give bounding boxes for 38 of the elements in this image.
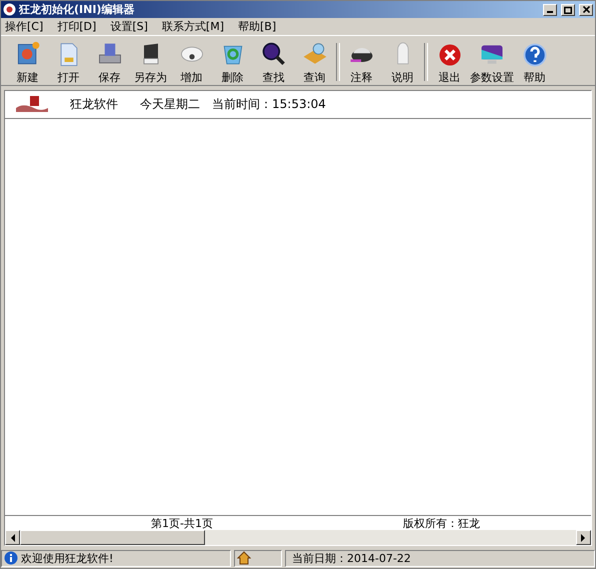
toolbar-button[interactable]: 帮助 <box>514 41 555 85</box>
toolbar-button[interactable]: 注释 <box>341 41 382 85</box>
current-time: 当前时间：15:53:04 <box>212 96 326 113</box>
window-title: 狂龙初始化(INI)编辑器 <box>19 2 136 17</box>
maximize-button[interactable] <box>561 4 575 16</box>
toolbar-button[interactable]: 说明 <box>382 41 423 85</box>
toolbar-button[interactable]: 参数设置 <box>470 41 514 85</box>
toolbar-button[interactable]: 新建 <box>7 41 48 85</box>
menu-item[interactable]: 设置[S] <box>109 19 149 34</box>
copyright-text: 版权所有：狂龙 <box>402 516 480 530</box>
minimize-button[interactable] <box>543 4 557 16</box>
close-icon <box>582 6 590 13</box>
current-date: 当前日期：2014-07-22 <box>292 550 411 566</box>
menu-item[interactable]: 打印[D] <box>56 19 98 34</box>
toolbar-button[interactable]: 打开 <box>48 41 89 85</box>
close-button[interactable] <box>579 4 593 16</box>
menu-item[interactable]: 操作[C] <box>4 19 44 34</box>
status-message: 欢迎使用狂龙软件! <box>21 550 114 566</box>
horizontal-scrollbar[interactable] <box>5 530 591 545</box>
toolbar-button[interactable]: 增加 <box>171 41 212 85</box>
toolbar-button[interactable]: 查询 <box>294 41 335 85</box>
toolbar-button[interactable]: 另存为 <box>130 41 171 85</box>
toolbar-button[interactable]: 查找 <box>253 41 294 85</box>
toolbar-button[interactable]: 退出 <box>429 41 470 85</box>
app-icon <box>3 3 16 16</box>
toolbar-button[interactable]: 删除 <box>212 41 253 85</box>
left-arrow-icon <box>10 534 15 542</box>
info-icon <box>4 551 18 565</box>
page-count: 第1页-共1页 <box>151 516 213 530</box>
home-icon <box>237 551 251 565</box>
menu-item[interactable]: 联系方式[M] <box>160 19 225 34</box>
weekday-label: 今天星期二 <box>140 96 200 113</box>
minimize-icon <box>547 11 553 13</box>
maximize-icon <box>564 6 572 14</box>
brand-name: 狂龙软件 <box>70 96 118 113</box>
menu-item[interactable]: 帮助[B] <box>236 19 278 34</box>
right-arrow-icon <box>581 534 586 542</box>
toolbar-button[interactable]: 保存 <box>89 41 130 85</box>
